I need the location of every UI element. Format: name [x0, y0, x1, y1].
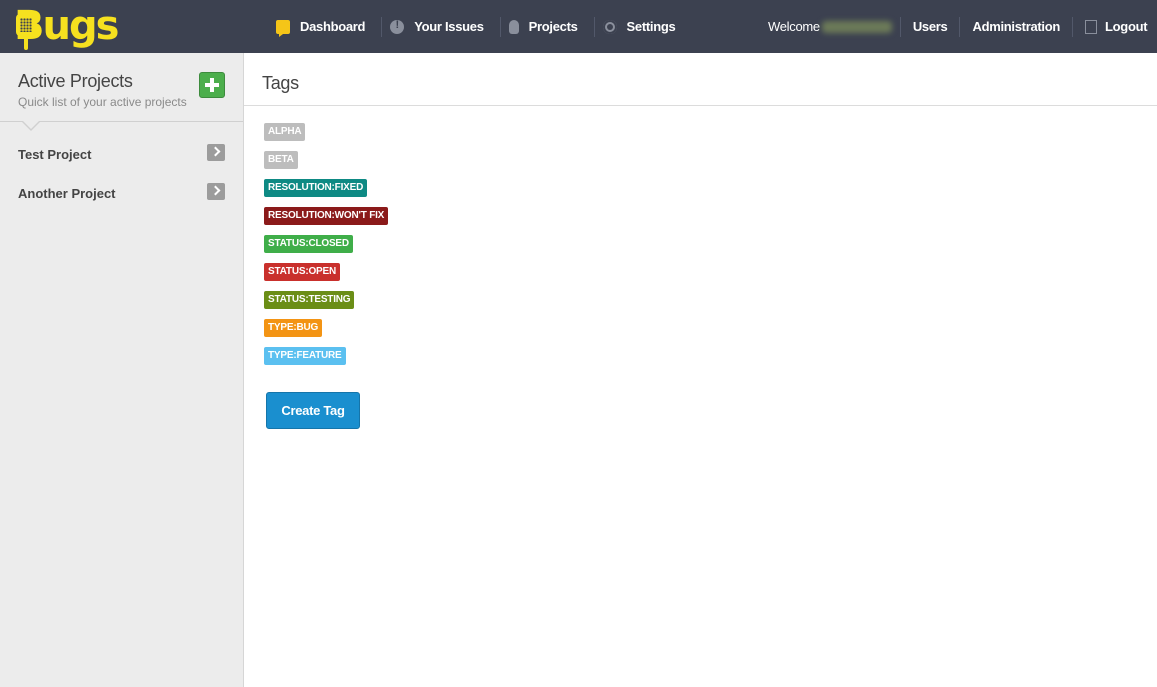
bugs-logo[interactable]: Bugs	[14, 3, 134, 50]
sidebar-item-test-project[interactable]: Test Project	[0, 134, 243, 172]
gear-icon	[602, 19, 617, 34]
chevron-right-icon[interactable]	[207, 144, 225, 161]
sidebar-item-label: Another Project	[18, 186, 116, 201]
add-project-button[interactable]	[199, 72, 225, 98]
nav-projects-label: Projects	[528, 19, 578, 34]
tag-list: ALPHA BETA RESOLUTION:FIXED RESOLUTION:W…	[264, 121, 389, 373]
main-content: Tags ALPHA BETA RESOLUTION:FIXED RESOLUT…	[244, 53, 1157, 687]
nav-administration-label: Administration	[972, 19, 1061, 34]
nav-dashboard-label: Dashboard	[300, 19, 366, 34]
main-header: Tags	[244, 53, 1157, 106]
sidebar-subtitle: Quick list of your active projects	[18, 95, 187, 109]
tag-badge[interactable]: TYPE:FEATURE	[264, 347, 346, 365]
tag-badge[interactable]: RESOLUTION:FIXED	[264, 179, 368, 197]
nav-users-label: Users	[912, 19, 948, 34]
chevron-right-icon[interactable]	[207, 183, 225, 200]
exclamation-icon	[390, 19, 405, 34]
nav-users[interactable]: Users	[901, 16, 961, 37]
nav-your-issues-label: Your Issues	[414, 19, 484, 34]
blurred-username	[821, 20, 892, 33]
create-tag-button[interactable]: Create Tag	[266, 392, 360, 429]
lightbulb-icon	[508, 19, 519, 34]
tag-badge[interactable]: ALPHA	[264, 123, 306, 141]
nav-administration[interactable]: Administration	[960, 16, 1074, 37]
tag-badge[interactable]: STATUS:OPEN	[264, 263, 340, 281]
tag-badge[interactable]: BETA	[264, 151, 298, 169]
nav-dashboard[interactable]: Dashboard	[268, 16, 383, 37]
nav-logout-label: Logout	[1105, 19, 1148, 34]
user-nav: Welcome Users Administration Logout	[760, 0, 1157, 53]
main-nav: Dashboard Your Issues Projects Settings	[268, 0, 691, 53]
chat-bubble-icon	[276, 19, 290, 37]
nav-settings[interactable]: Settings	[595, 17, 692, 37]
tag-badge[interactable]: RESOLUTION:WON'T FIX	[264, 207, 389, 225]
welcome-label: Welcome	[768, 19, 820, 34]
welcome-message: Welcome	[760, 16, 901, 37]
sidebar-header-notch	[22, 121, 40, 131]
nav-settings-label: Settings	[626, 19, 676, 34]
fly-swatter-icon	[16, 14, 36, 36]
nav-logout[interactable]: Logout	[1073, 17, 1157, 37]
sidebar: Active Projects Quick list of your activ…	[0, 53, 244, 687]
sidebar-item-another-project[interactable]: Another Project	[0, 173, 243, 211]
tag-badge[interactable]: STATUS:TESTING	[264, 291, 355, 309]
page-title: Tags	[262, 73, 299, 93]
fly-swatter-handle	[24, 35, 28, 50]
tag-badge[interactable]: STATUS:CLOSED	[264, 235, 353, 253]
sidebar-item-label: Test Project	[18, 147, 92, 162]
logout-door-icon	[1085, 19, 1098, 34]
nav-your-issues[interactable]: Your Issues	[382, 16, 501, 37]
top-navigation-bar: Bugs Dashboard Your Issues Projects Sett…	[0, 0, 1157, 53]
sidebar-title: Active Projects	[18, 71, 133, 91]
tag-badge[interactable]: TYPE:BUG	[264, 319, 323, 337]
sidebar-header: Active Projects Quick list of your activ…	[0, 53, 243, 122]
nav-projects[interactable]: Projects	[501, 16, 595, 37]
